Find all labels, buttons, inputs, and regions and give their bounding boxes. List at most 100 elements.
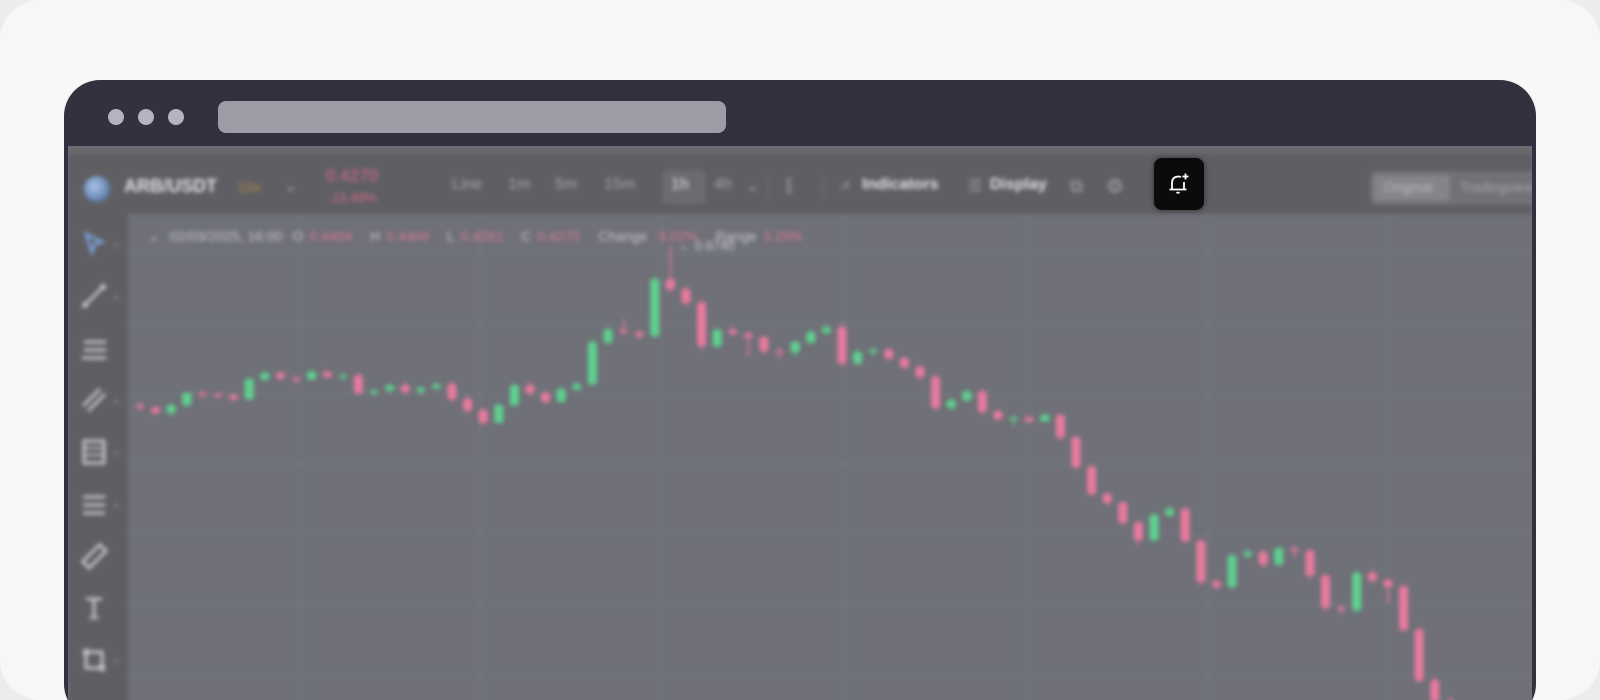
candle-body (1133, 522, 1143, 540)
candle-body (478, 410, 488, 423)
candle-body (1352, 573, 1362, 611)
candle-body (1336, 607, 1346, 611)
timeframe-4h[interactable]: 4h (714, 176, 732, 194)
timeframe-15m[interactable]: 15m (604, 176, 635, 194)
candle-body (993, 411, 1003, 419)
chevron-right-icon[interactable]: › (114, 236, 119, 252)
timeframe-1h[interactable]: 1h (671, 176, 689, 194)
change-value: -3.02% (653, 228, 698, 244)
close-window-dot[interactable] (108, 109, 124, 125)
candle-body (338, 375, 348, 378)
timeframe-more-chevron-icon[interactable]: ⌄ (746, 176, 759, 196)
candle-body (1289, 548, 1299, 551)
candle-body (1258, 552, 1268, 565)
open-value: 0.4404 (309, 228, 353, 244)
candle-body (525, 385, 535, 393)
screenshot-icon[interactable]: ⧉ (1070, 176, 1083, 197)
candle-body (541, 392, 551, 402)
timeframe-1m[interactable]: 1m (508, 176, 530, 194)
candle-style-icon[interactable]: ⫿ (786, 176, 792, 197)
candle-body (197, 392, 207, 395)
candle-body (1274, 548, 1284, 565)
candle-body (431, 384, 441, 389)
price-change: -13.49% (328, 190, 377, 205)
trendline-tool-icon[interactable] (78, 280, 110, 312)
drawing-tools-sidebar: › › › › › › (68, 214, 128, 700)
ruler-tool-icon[interactable] (78, 540, 110, 572)
candle-body (1040, 415, 1050, 422)
chevron-right-icon[interactable]: › (114, 392, 119, 408)
candle-body (697, 302, 707, 347)
last-price: 0.4270 (326, 166, 378, 185)
candle-body (712, 330, 722, 347)
chevron-right-icon[interactable]: › (114, 444, 119, 460)
candle-body (806, 332, 816, 343)
candle-body (619, 330, 629, 333)
leverage-badge: 10x (238, 179, 261, 195)
page-background: ARB/USDT 10x ⌄ 0.4270 -13.49% Line 1m 5m… (0, 0, 1600, 700)
indicators-button[interactable]: Indicators (862, 176, 938, 194)
candle-body (587, 342, 597, 385)
candle-body (634, 332, 644, 337)
low-value: 0.4261 (460, 228, 504, 244)
chart-type-line[interactable]: Line (452, 176, 482, 194)
candle-body (463, 399, 473, 411)
trading-app: ARB/USDT 10x ⌄ 0.4270 -13.49% Line 1m 5m… (68, 146, 1532, 700)
candle-body (1196, 541, 1206, 582)
timeframe-5m[interactable]: 5m (555, 176, 577, 194)
add-alert-button[interactable] (1154, 158, 1204, 210)
candle-body (1367, 573, 1377, 581)
fibonacci-tool-icon[interactable] (78, 436, 110, 468)
high-value: 0.4404 (386, 228, 429, 244)
candle-body (1383, 580, 1393, 587)
collapse-chevron-icon[interactable]: ⌄ (148, 228, 160, 244)
display-icon: ☰ (968, 178, 983, 195)
candle-body (1071, 437, 1081, 467)
candle-body (353, 375, 363, 393)
candle-body (1009, 417, 1019, 420)
candle-body (260, 373, 270, 380)
maximize-window-dot[interactable] (168, 109, 184, 125)
candle-body (229, 395, 239, 400)
candle-body (151, 407, 161, 413)
candle-body (572, 384, 582, 390)
text-tool-icon[interactable] (78, 592, 110, 624)
candle-body (1305, 550, 1315, 576)
candle-body (275, 373, 285, 379)
range-value: 3.25% (762, 228, 803, 244)
candle-body (790, 342, 800, 353)
chevron-down-icon[interactable]: ⌄ (284, 176, 297, 196)
candle-body (868, 349, 878, 353)
candle-body (385, 385, 395, 391)
candle-body (1430, 680, 1440, 700)
candle-body (166, 405, 176, 413)
symbol-label[interactable]: ARB/USDT (124, 176, 217, 197)
pattern-tool-icon[interactable] (78, 488, 110, 520)
chevron-right-icon[interactable]: › (114, 496, 119, 512)
cursor-tool-icon[interactable] (78, 228, 110, 260)
channel-tool-icon[interactable] (78, 384, 110, 416)
candle-body (400, 385, 410, 392)
candle-body (946, 400, 956, 408)
candle-body (369, 390, 379, 393)
candle-body (743, 333, 753, 338)
shape-tool-icon[interactable] (78, 644, 110, 676)
chevron-right-icon[interactable]: › (114, 288, 119, 304)
candle-body (837, 327, 847, 364)
horizontal-ray-tool-icon[interactable] (78, 332, 110, 364)
candlestick-chart[interactable]: ← 0.6740 (128, 214, 1532, 700)
candle-date: 02/03/2025, 16:00 (169, 228, 283, 244)
candle-body (1055, 415, 1065, 438)
display-button[interactable]: Display (990, 176, 1047, 194)
view-tradingview[interactable]: Tradingview (1460, 179, 1532, 195)
view-original[interactable]: Original (1384, 179, 1432, 195)
arb-coin-icon (84, 176, 110, 202)
candle-body (962, 391, 972, 401)
high-label: H (370, 228, 381, 244)
chevron-right-icon[interactable]: › (114, 652, 119, 668)
settings-gear-icon[interactable]: ⚙ (1106, 174, 1124, 199)
minimize-window-dot[interactable] (138, 109, 154, 125)
candle-body (1211, 581, 1221, 587)
address-bar[interactable] (218, 101, 726, 133)
candle-body (853, 352, 863, 364)
